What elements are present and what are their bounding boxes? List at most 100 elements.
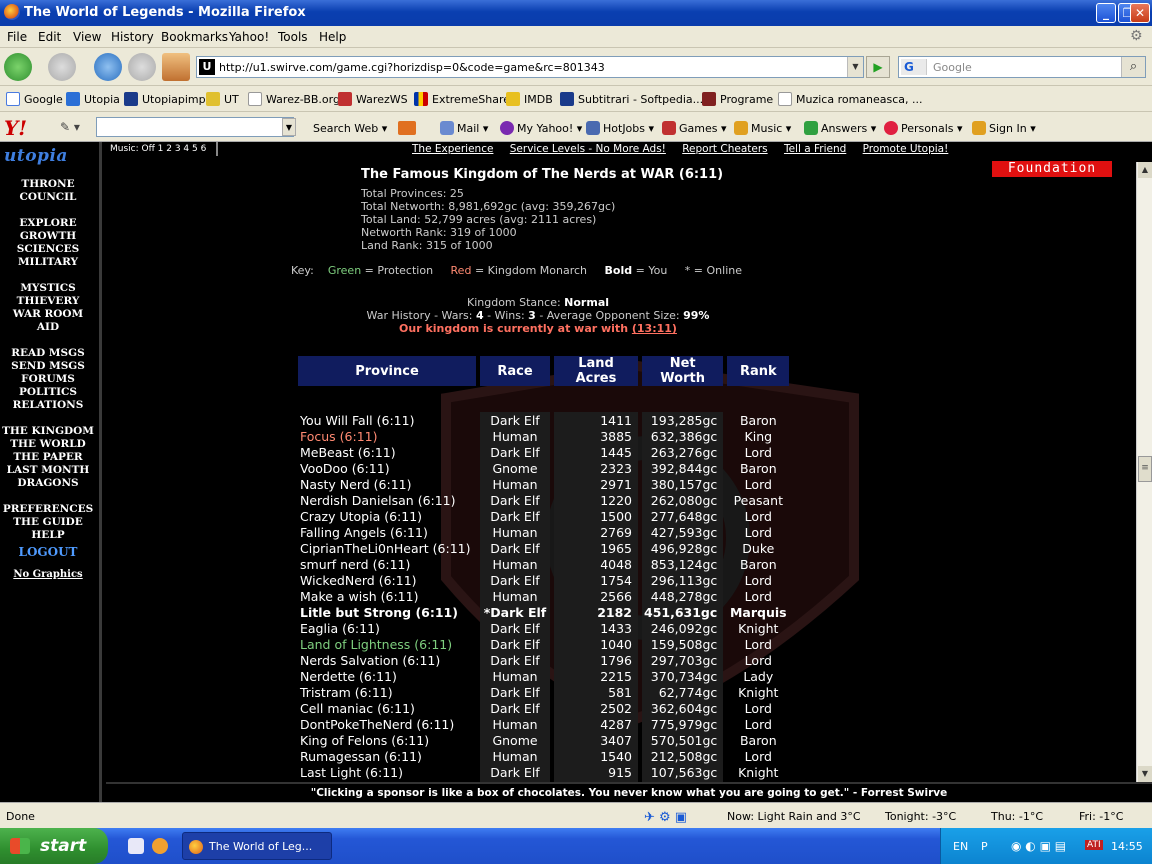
sidebar-link-help[interactable]: HELP (0, 529, 96, 542)
tray-icons[interactable]: ◉ ◐ ▣ ▤ (1011, 839, 1066, 853)
sidebar-link-explore[interactable]: EXPLORE (0, 217, 96, 230)
yahoo-my-yahoo[interactable]: My Yahoo! ▾ (500, 121, 582, 135)
menu-bookmarks[interactable]: Bookmarks (161, 30, 228, 44)
close-button[interactable]: ✕ (1130, 3, 1150, 23)
home-icon[interactable] (162, 53, 190, 81)
sidebar-link-read-msgs[interactable]: READ MSGS (0, 347, 96, 360)
sidebar-link-thievery[interactable]: THIEVERY (0, 295, 96, 308)
yahoo-mail[interactable]: Mail ▾ (440, 121, 488, 135)
province-name[interactable]: Rumagessan (6:11) (298, 748, 476, 764)
sidebar-link-military[interactable]: MILITARY (0, 256, 96, 269)
search-placeholder[interactable]: Google (933, 61, 972, 74)
menu-edit[interactable]: Edit (38, 30, 61, 44)
quicklaunch-firefox-icon[interactable] (152, 838, 168, 854)
pencil-icon[interactable]: ✎ ▾ (60, 120, 80, 134)
scroll-thumb[interactable]: ≡ (1138, 456, 1152, 482)
sidebar-link-war-room[interactable]: WAR ROOM (0, 308, 96, 321)
link-experience[interactable]: The Experience (412, 143, 493, 155)
sidebar-link-mystics[interactable]: MYSTICS (0, 282, 96, 295)
province-name[interactable]: Land of Lightness (6:11) (298, 636, 476, 652)
province-name[interactable]: You Will Fall (6:11) (298, 412, 476, 428)
yahoo-hotjobs[interactable]: HotJobs ▾ (586, 121, 654, 135)
bookmark-item[interactable]: Subtitrari - Softpedia.... (560, 92, 707, 106)
menu-view[interactable]: View (73, 30, 101, 44)
col-networth[interactable]: Net Worth (642, 356, 724, 386)
url-text[interactable]: http://u1.swirve.com/game.cgi?horizdisp=… (219, 61, 605, 74)
search-icon[interactable]: ⌕ (1121, 57, 1145, 77)
col-province[interactable]: Province (298, 356, 476, 386)
bookmark-item[interactable]: Programe (702, 92, 773, 106)
sidebar-link-preferences[interactable]: PREFERENCES (0, 503, 96, 516)
logout-link[interactable]: LOGOUT (0, 546, 96, 559)
scroll-up-icon[interactable]: ▲ (1138, 162, 1152, 178)
province-name[interactable]: Nasty Nerd (6:11) (298, 476, 476, 492)
province-name[interactable]: MeBeast (6:11) (298, 444, 476, 460)
province-name[interactable]: VooDoo (6:11) (298, 460, 476, 476)
province-name[interactable]: Nerdish Danielsan (6:11) (298, 492, 476, 508)
url-dropdown-icon[interactable]: ▼ (847, 57, 863, 77)
province-name[interactable]: Cell maniac (6:11) (298, 700, 476, 716)
taskbar-item-firefox[interactable]: The World of Leg... (182, 832, 332, 860)
link-report-cheaters[interactable]: Report Cheaters (682, 143, 767, 155)
sidebar-link-council[interactable]: COUNCIL (0, 191, 96, 204)
no-graphics-link[interactable]: No Graphics (0, 568, 96, 581)
menu-tools[interactable]: Tools (278, 30, 308, 44)
sidebar-link-the-world[interactable]: THE WORLD (0, 438, 96, 451)
province-name[interactable]: Litle but Strong (6:11) (298, 604, 476, 620)
bookmark-item[interactable]: Google (6, 92, 63, 106)
weather-tonight[interactable]: Tonight: -3°C (885, 810, 956, 823)
tool-icons[interactable]: ✈ ⚙ ▣ (644, 810, 687, 825)
weather-now[interactable]: Now: Light Rain and 3°C (727, 810, 861, 823)
stop-icon[interactable] (128, 53, 156, 81)
go-button[interactable]: ▶ (866, 56, 890, 78)
search-bar[interactable]: G Google ⌕ (898, 56, 1146, 78)
sidebar-link-the-guide[interactable]: THE GUIDE (0, 516, 96, 529)
menu-help[interactable]: Help (319, 30, 346, 44)
language-indicator[interactable]: EN (953, 840, 968, 853)
bookmark-item[interactable]: Muzica romaneasca, ... (778, 92, 923, 106)
bookmark-item[interactable]: IMDB (506, 92, 553, 106)
quicklaunch-ie-icon[interactable] (128, 838, 144, 854)
reload-icon[interactable] (94, 53, 122, 81)
sidebar-link-forums[interactable]: FORUMS (0, 373, 96, 386)
yahoo-search-input[interactable] (96, 117, 294, 137)
sidebar-link-the-paper[interactable]: THE PAPER (0, 451, 96, 464)
yahoo-sign-in[interactable]: Sign In ▾ (972, 121, 1036, 135)
province-name[interactable]: Eaglia (6:11) (298, 620, 476, 636)
sidebar-link-dragons[interactable]: DRAGONS (0, 477, 96, 490)
col-rank[interactable]: Rank (727, 356, 790, 386)
province-name[interactable]: Nerdette (6:11) (298, 668, 476, 684)
utopia-logo[interactable]: utopia (4, 146, 68, 166)
bookmark-item[interactable]: UT (206, 92, 239, 106)
menu-file[interactable]: File (7, 30, 27, 44)
sidebar-link-aid[interactable]: AID (0, 321, 96, 334)
forward-icon[interactable] (48, 53, 76, 81)
menu-yahoo[interactable]: Yahoo! (229, 30, 269, 44)
yahoo-games[interactable]: Games ▾ (662, 121, 727, 135)
back-icon[interactable] (4, 53, 32, 81)
bookmark-item[interactable]: Utopiapimp (124, 92, 206, 106)
province-name[interactable]: Falling Angels (6:11) (298, 524, 476, 540)
province-name[interactable]: Focus (6:11) (298, 428, 476, 444)
yahoo-personals[interactable]: Personals ▾ (884, 121, 963, 135)
ati-icon[interactable]: ATI (1085, 840, 1103, 850)
link-tell-friend[interactable]: Tell a Friend (784, 143, 846, 155)
minimize-button[interactable]: _ (1096, 3, 1116, 23)
bookmark-item[interactable]: Warez-BB.org (248, 92, 340, 106)
menu-history[interactable]: History (111, 30, 154, 44)
start-button[interactable]: start (0, 828, 108, 864)
tray-p-icon[interactable]: P (981, 840, 988, 853)
foundation-banner[interactable]: Foundation (992, 161, 1112, 177)
col-race[interactable]: Race (480, 356, 550, 386)
link-promote-utopia[interactable]: Promote Utopia! (863, 143, 949, 155)
yahoo-music[interactable]: Music ▾ (734, 121, 791, 135)
col-land[interactable]: Land Acres (554, 356, 638, 386)
url-bar[interactable]: U http://u1.swirve.com/game.cgi?horizdis… (196, 56, 864, 78)
bookmark-item[interactable]: WarezWS (338, 92, 408, 106)
province-name[interactable]: Make a wish (6:11) (298, 588, 476, 604)
sidebar-link-throne[interactable]: THRONE (0, 178, 96, 191)
weather-thu[interactable]: Thu: -1°C (991, 810, 1043, 823)
yahoo-search-dropdown-icon[interactable]: ▼ (282, 118, 296, 136)
bookmark-item[interactable]: Utopia (66, 92, 120, 106)
sidebar-link-last-month[interactable]: LAST MONTH (0, 464, 96, 477)
